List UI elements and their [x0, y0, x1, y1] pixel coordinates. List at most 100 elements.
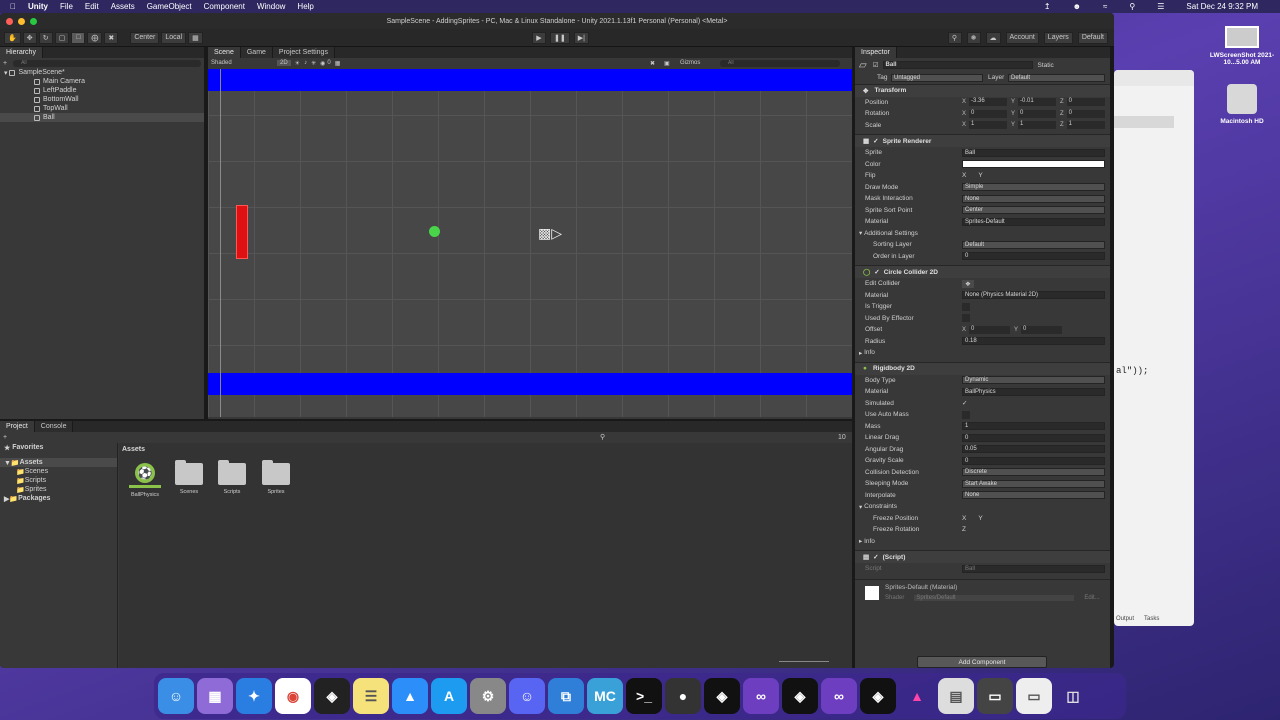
gizmos-dropdown[interactable]: Gizmos [680, 60, 700, 66]
enabled-checkbox[interactable]: ✓ [873, 553, 878, 561]
hierarchy-item-bottom-wall[interactable]: BottomWall [0, 95, 204, 104]
layers-dropdown[interactable]: Layers [1043, 31, 1073, 44]
grid-icon[interactable]: ▦ [335, 60, 341, 67]
search-icon[interactable]: ⚲ [1129, 2, 1135, 11]
angular-drag-field[interactable]: 0.05 [962, 445, 1105, 454]
menu-assets[interactable]: Assets [111, 2, 135, 11]
trash-icon[interactable]: ◫ [1055, 678, 1091, 714]
wifi-icon[interactable]: ≈ [1103, 2, 1107, 11]
add-icon[interactable]: + [3, 434, 7, 441]
favorites-item[interactable]: ★ Favorites [0, 443, 117, 452]
edit-shader-button[interactable]: Edit... [1084, 595, 1099, 601]
asset-tile-ballphysics[interactable]: ⚽ BallPhysics [127, 463, 163, 498]
layout-dropdown[interactable]: Default [1077, 31, 1108, 44]
left-paddle-sprite[interactable] [236, 205, 248, 259]
pause-button[interactable]: ❚❚ [550, 31, 570, 44]
rotate-tool-icon[interactable]: ↻ [38, 31, 53, 44]
rotation-z-field[interactable]: 0 [1066, 109, 1105, 118]
unity-editor-icon[interactable]: ◈ [782, 678, 818, 714]
object-name-field[interactable]: Ball [882, 61, 1033, 69]
move-tool-icon[interactable]: ✥ [22, 31, 37, 44]
space-toggle[interactable]: Local [161, 31, 187, 44]
folder-item-sprites[interactable]: 📁 Sprites [0, 485, 117, 494]
menu-window[interactable]: Window [257, 2, 285, 11]
menu-help[interactable]: Help [297, 2, 313, 11]
asset-tile-sprites[interactable]: Sprites [258, 460, 294, 495]
color-swatch[interactable] [962, 160, 1105, 169]
rect-tool-icon[interactable]: □ [71, 31, 86, 44]
hierarchy-item-ball[interactable]: Ball [0, 113, 204, 122]
scale-z-field[interactable]: 1 [1066, 121, 1105, 130]
order-in-layer-field[interactable]: 0 [962, 252, 1105, 261]
asset-tile-scripts[interactable]: Scripts [214, 460, 250, 495]
tasks-label[interactable]: Tasks [1144, 616, 1159, 622]
system-preferences-icon[interactable]: ⚙ [470, 678, 506, 714]
tab-hierarchy[interactable]: Hierarchy [0, 47, 43, 58]
linear-drag-field[interactable]: 0 [962, 433, 1105, 442]
grid-snap-icon[interactable]: ▦ [188, 31, 203, 44]
static-toggle[interactable]: Static [1038, 62, 1054, 69]
top-wall-sprite[interactable] [208, 69, 852, 91]
step-button[interactable]: ▶| [573, 31, 589, 44]
additional-settings-foldout[interactable]: ▾ Additional Settings [855, 228, 1110, 240]
folder-item-scenes[interactable]: 📁 Scenes [0, 467, 117, 476]
camera-gizmo-icon[interactable]: ▩▷ [538, 225, 562, 242]
rotation-x-field[interactable]: 0 [969, 109, 1007, 118]
chrome-icon[interactable]: ◉ [275, 678, 311, 714]
tools-icon[interactable]: ✖ [650, 60, 655, 67]
shader-dropdown[interactable]: Sprites/Default [914, 594, 1075, 601]
hierarchy-item-left-paddle[interactable]: LeftPaddle [0, 86, 204, 95]
packages-item[interactable]: ▶📁 Packages [0, 494, 117, 503]
rigidbody-header[interactable]: ● Rigidbody 2D [855, 361, 1110, 375]
account-dropdown[interactable]: Account [1005, 31, 1039, 44]
material-field[interactable]: Sprites-Default [962, 217, 1105, 226]
sort-point-dropdown[interactable]: Center [962, 206, 1105, 215]
assets-breadcrumb[interactable]: Assets [119, 443, 852, 456]
tag-dropdown[interactable]: Untagged [891, 73, 983, 82]
position-z-field[interactable]: 0 [1066, 98, 1105, 107]
collision-detection-dropdown[interactable]: Discrete [962, 468, 1105, 477]
scale-x-field[interactable]: 1 [969, 121, 1007, 130]
visibility-icon[interactable]: ◉ [320, 60, 325, 67]
menu-file[interactable]: File [60, 2, 73, 11]
play-button[interactable]: ▶ [532, 31, 546, 44]
draw-mode-dropdown[interactable]: Simple [962, 183, 1105, 192]
desktop-macintosh-hd[interactable]: Macintosh HD [1207, 84, 1277, 125]
clock[interactable]: Sat Dec 24 9:32 PM [1186, 2, 1258, 11]
sprite-field[interactable]: Ball [962, 148, 1105, 157]
person-icon[interactable]: ☻ [1073, 2, 1081, 11]
assets-folder-item[interactable]: ▼📁 Assets [0, 458, 117, 467]
transform-header[interactable]: ✥ Transform [855, 83, 1110, 97]
output-label[interactable]: Output [1116, 616, 1134, 622]
edit-collider-button[interactable]: ❖ [962, 279, 974, 288]
audio-icon[interactable]: ♪ [304, 60, 307, 66]
menu-edit[interactable]: Edit [85, 2, 99, 11]
rb-material-field[interactable]: BallPhysics [962, 387, 1105, 396]
launchpad-icon[interactable]: ▦ [197, 678, 233, 714]
sprite-renderer-header[interactable]: ▦ ✓ Sprite Renderer [855, 134, 1110, 147]
menu-app-name[interactable]: Unity [28, 2, 48, 11]
position-x-field[interactable]: -3.36 [969, 98, 1007, 107]
tab-scene[interactable]: Scene [208, 47, 241, 58]
layer-dropdown[interactable]: Default [1008, 73, 1105, 82]
freeze-rot-z-checkbox[interactable]: Z [962, 526, 966, 533]
search-icon[interactable]: ⚲ [947, 31, 962, 44]
unity-editor-icon[interactable]: ◈ [704, 678, 740, 714]
unity-hub-icon[interactable]: ◈ [314, 678, 350, 714]
scene-viewport[interactable]: ▩▷ [208, 69, 852, 417]
position-y-field[interactable]: -0.01 [1018, 98, 1056, 107]
discord-icon[interactable]: ☺ [509, 678, 545, 714]
collider-info-foldout[interactable]: ▸ Info [855, 347, 1110, 359]
screen-share-icon[interactable]: ⧉ [548, 678, 584, 714]
add-component-button[interactable]: Add Component [917, 656, 1047, 668]
effects-icon[interactable]: ✳ [311, 60, 316, 67]
document-icon[interactable]: ▤ [938, 678, 974, 714]
hand-tool-icon[interactable]: ✋ [4, 31, 21, 44]
scale-y-field[interactable]: 1 [1018, 121, 1056, 130]
mc-app-icon[interactable]: MC [587, 678, 623, 714]
pivot-toggle[interactable]: Center [130, 31, 160, 44]
script-header[interactable]: ▤ ✓ (Script) [855, 550, 1110, 563]
upload-icon[interactable]: ↥ [1044, 2, 1051, 11]
obs-icon[interactable]: ● [665, 678, 701, 714]
camera-settings-icon[interactable]: ▣ [664, 60, 670, 67]
